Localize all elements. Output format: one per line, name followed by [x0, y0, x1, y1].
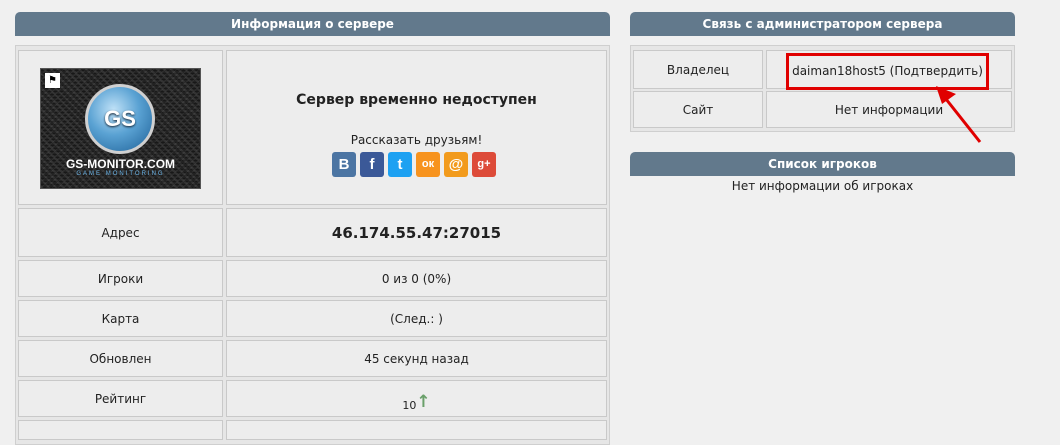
row-value-extra: [226, 420, 607, 440]
row-value-players: 0 из 0 (0%): [226, 260, 607, 297]
row-value-rating: 10 ↑: [226, 380, 607, 417]
vk-icon[interactable]: В: [332, 152, 356, 177]
site-label: Сайт: [682, 102, 714, 117]
server-address[interactable]: 46.174.55.47:27015: [332, 224, 501, 242]
logo-subtext: GAME MONITORING: [76, 171, 165, 177]
row-label-map: Карта: [18, 300, 223, 337]
row-label-extra: [18, 420, 223, 440]
facebook-icon[interactable]: f: [360, 152, 384, 177]
players-list-title: Список игроков: [630, 152, 1015, 176]
rating-value: 10: [402, 399, 417, 412]
players-count: 0 из 0 (0%): [381, 271, 452, 286]
logo-badge: GS: [104, 106, 136, 131]
share-label: Рассказать друзьям!: [350, 133, 483, 147]
rating-up-arrow-icon[interactable]: ↑: [416, 392, 430, 412]
server-status: Сервер временно недоступен: [296, 92, 537, 108]
annotation-arrow-icon: [936, 86, 982, 143]
row-label: Обновлен: [89, 351, 152, 366]
twitter-icon[interactable]: t: [388, 152, 412, 177]
row-value-updated: 45 секунд назад: [226, 340, 607, 377]
site-label-cell: Сайт: [633, 91, 763, 128]
status-cell: [226, 50, 607, 205]
row-label: Адрес: [101, 225, 140, 240]
cs-game-icon: ⚑: [45, 73, 60, 88]
odnoklassniki-icon[interactable]: ок: [416, 152, 440, 177]
owner-label-cell: Владелец: [633, 50, 763, 89]
gs-logo-icon: GS: [85, 84, 155, 154]
row-label: Рейтинг: [94, 391, 147, 406]
site-value: Нет информации: [834, 102, 944, 117]
map-value: (След.: ): [390, 311, 443, 326]
updated-value: 45 секунд назад: [364, 351, 469, 366]
row-value-address: 46.174.55.47:27015: [226, 208, 607, 257]
row-value-map: (След.: ): [226, 300, 607, 337]
googleplus-icon[interactable]: g+: [472, 152, 496, 177]
row-label-rating: Рейтинг: [18, 380, 223, 417]
row-label: Карта: [101, 311, 140, 326]
players-empty-text: Нет информации об игроках: [731, 179, 914, 193]
logo-text: GS-MONITOR.COM: [65, 157, 176, 171]
server-info-title: Информация о сервере: [15, 12, 610, 36]
row-label-players: Игроки: [18, 260, 223, 297]
row-label-address: Адрес: [18, 208, 223, 257]
owner-label: Владелец: [666, 62, 730, 77]
server-logo: ⚑ GS GS-MONITOR.COM GAME MONITORING: [40, 68, 201, 189]
row-label-updated: Обновлен: [18, 340, 223, 377]
mailru-icon[interactable]: @: [444, 152, 468, 177]
row-label: Игроки: [97, 271, 144, 286]
admin-contact-title: Связь с администратором сервера: [630, 12, 1015, 36]
